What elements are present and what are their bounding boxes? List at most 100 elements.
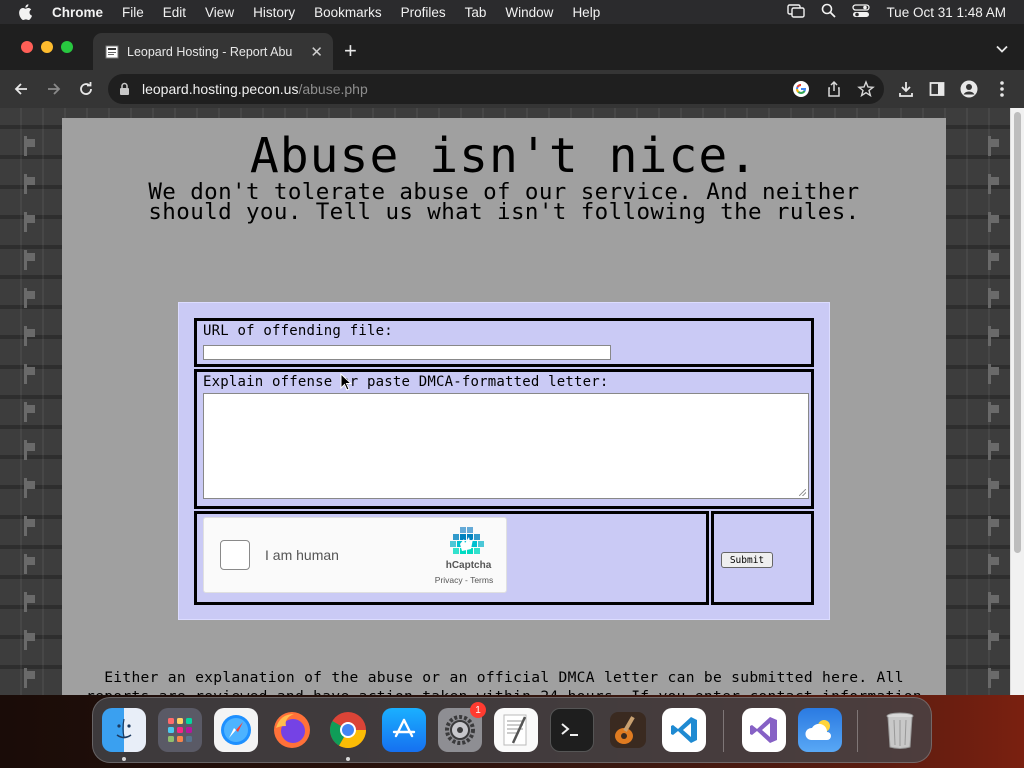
safari-icon[interactable] bbox=[214, 708, 258, 752]
background-flag-icon bbox=[988, 250, 999, 270]
background-flag-icon bbox=[24, 554, 35, 574]
url-path: /abuse.php bbox=[298, 81, 368, 97]
firefox-icon[interactable] bbox=[270, 708, 314, 752]
background-flag-icon bbox=[988, 592, 999, 612]
page-subtitle: We don't tolerate abuse of our service. … bbox=[102, 181, 906, 225]
dock-separator bbox=[723, 710, 724, 752]
scrollbar-thumb[interactable] bbox=[1014, 112, 1021, 553]
window-close-button[interactable] bbox=[21, 41, 33, 53]
page-content: Abuse isn't nice. We don't tolerate abus… bbox=[62, 118, 946, 695]
google-lens-icon[interactable] bbox=[792, 80, 810, 98]
garageband-icon[interactable] bbox=[606, 708, 650, 752]
background-flag-icon bbox=[24, 592, 35, 612]
bookmark-star-icon[interactable] bbox=[857, 80, 875, 98]
chrome-icon[interactable] bbox=[326, 708, 370, 752]
window-minimize-button[interactable] bbox=[41, 41, 53, 53]
reload-icon[interactable] bbox=[75, 78, 97, 100]
share-icon[interactable] bbox=[825, 80, 843, 98]
menu-app-name[interactable]: Chrome bbox=[52, 5, 103, 20]
background-flag-icon bbox=[988, 136, 999, 156]
launchpad-icon[interactable] bbox=[158, 708, 202, 752]
background-flag-icon bbox=[24, 250, 35, 270]
terminal-icon[interactable] bbox=[550, 708, 594, 752]
visual-studio-icon[interactable] bbox=[742, 708, 786, 752]
menu-view[interactable]: View bbox=[205, 5, 234, 20]
menu-profiles[interactable]: Profiles bbox=[401, 5, 446, 20]
tab-close-icon[interactable]: ✕ bbox=[310, 43, 323, 61]
explanation-label: Explain offense or paste DMCA-formatted … bbox=[203, 374, 609, 390]
submit-button[interactable]: Submit bbox=[721, 552, 773, 568]
download-icon[interactable] bbox=[895, 78, 917, 100]
background-flag-icon bbox=[24, 402, 35, 422]
apple-menu-icon[interactable] bbox=[18, 4, 38, 20]
weather-icon[interactable] bbox=[798, 708, 842, 752]
profile-icon[interactable] bbox=[958, 78, 980, 100]
captcha-checkbox[interactable] bbox=[220, 540, 250, 570]
footer-line-1: Either an explanation of the abuse or an… bbox=[104, 669, 904, 686]
trash-icon[interactable] bbox=[878, 708, 922, 752]
finder-icon[interactable] bbox=[102, 708, 146, 752]
vscode-icon[interactable] bbox=[662, 708, 706, 752]
menu-file[interactable]: File bbox=[122, 5, 144, 20]
captcha-fieldset: I am human hCaptcha Privacy - Terms bbox=[194, 511, 709, 605]
explanation-textarea[interactable] bbox=[203, 393, 809, 499]
menu-help[interactable]: Help bbox=[572, 5, 600, 20]
app-store-icon[interactable] bbox=[382, 708, 426, 752]
explanation-fieldset: Explain offense or paste DMCA-formatted … bbox=[194, 369, 814, 509]
tab-search-chevron-icon[interactable] bbox=[996, 40, 1008, 58]
background-flag-icon bbox=[988, 326, 999, 346]
chrome-running-indicator bbox=[346, 757, 350, 761]
new-tab-button[interactable]: + bbox=[344, 38, 357, 64]
menu-tab[interactable]: Tab bbox=[465, 5, 487, 20]
menubar-clock[interactable]: Tue Oct 31 1:48 AM bbox=[886, 5, 1006, 20]
background-flag-icon bbox=[988, 402, 999, 422]
macos-dock: 1 bbox=[92, 697, 932, 763]
hcaptcha-widget: I am human hCaptcha Privacy - Terms bbox=[203, 517, 507, 593]
menu-edit[interactable]: Edit bbox=[163, 5, 186, 20]
lock-icon[interactable] bbox=[119, 82, 130, 101]
captcha-privacy-terms[interactable]: Privacy - Terms bbox=[424, 575, 504, 585]
sidebar-icon[interactable] bbox=[926, 78, 948, 100]
submit-fieldset: Submit bbox=[711, 511, 814, 605]
background-flag-icon bbox=[988, 440, 999, 460]
hcaptcha-logo-icon bbox=[450, 527, 484, 564]
screen-mirroring-icon[interactable] bbox=[787, 3, 806, 21]
more-menu-icon[interactable] bbox=[991, 78, 1013, 100]
captcha-brand: hCaptcha bbox=[445, 560, 492, 571]
back-arrow-icon[interactable] bbox=[10, 78, 32, 100]
url-text[interactable]: leopard.hosting.pecon.us/abuse.php bbox=[142, 81, 368, 97]
window-zoom-button[interactable] bbox=[61, 41, 73, 53]
background-flag-icon bbox=[24, 516, 35, 536]
menu-bookmarks[interactable]: Bookmarks bbox=[314, 5, 382, 20]
control-center-icon[interactable] bbox=[852, 3, 871, 21]
page-scrollbar[interactable] bbox=[1010, 108, 1024, 695]
textedit-icon[interactable] bbox=[494, 708, 538, 752]
resize-grip-icon[interactable] bbox=[799, 489, 806, 496]
url-label: URL of offending file: bbox=[203, 323, 393, 339]
macos-menu-bar: Chrome File Edit View History Bookmarks … bbox=[0, 0, 1024, 24]
footer-text: Either an explanation of the abuse or an… bbox=[78, 668, 930, 695]
background-flag-icon bbox=[988, 668, 999, 688]
menu-window[interactable]: Window bbox=[505, 5, 553, 20]
background-flag-icon bbox=[988, 364, 999, 384]
tab-favicon-icon bbox=[105, 45, 119, 59]
url-fieldset: URL of offending file: bbox=[194, 318, 814, 367]
address-bar[interactable]: leopard.hosting.pecon.us/abuse.php bbox=[108, 74, 884, 104]
menu-history[interactable]: History bbox=[253, 5, 295, 20]
captcha-label: I am human bbox=[265, 547, 339, 563]
subtitle-line-2: should you. Tell us what isn't following… bbox=[148, 199, 860, 225]
background-flag-icon bbox=[24, 136, 35, 156]
background-flag-icon bbox=[24, 668, 35, 688]
forward-arrow-icon[interactable] bbox=[43, 78, 65, 100]
background-flag-icon bbox=[24, 288, 35, 308]
spotlight-search-icon[interactable] bbox=[821, 3, 837, 21]
tab-title: Leopard Hosting - Report Abu bbox=[127, 44, 293, 59]
background-flag-icon bbox=[24, 364, 35, 384]
browser-tab-active[interactable]: Leopard Hosting - Report Abu ✕ bbox=[93, 33, 333, 70]
url-input[interactable] bbox=[203, 345, 611, 360]
finder-running-indicator bbox=[122, 757, 126, 761]
background-flag-icon bbox=[988, 516, 999, 536]
background-flag-icon bbox=[988, 554, 999, 574]
background-flag-icon bbox=[24, 326, 35, 346]
background-flag-icon bbox=[24, 174, 35, 194]
